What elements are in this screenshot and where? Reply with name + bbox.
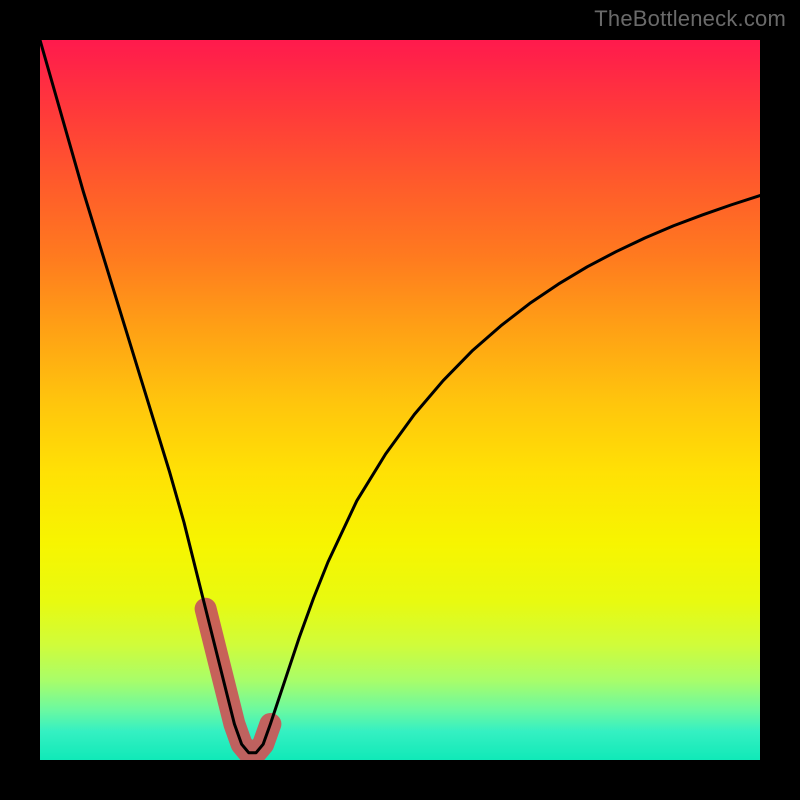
watermark-text: TheBottleneck.com	[594, 6, 786, 32]
bottleneck-curve	[40, 40, 760, 753]
plot-area	[40, 40, 760, 760]
curve-layer	[40, 40, 760, 760]
chart-frame: TheBottleneck.com	[0, 0, 800, 800]
